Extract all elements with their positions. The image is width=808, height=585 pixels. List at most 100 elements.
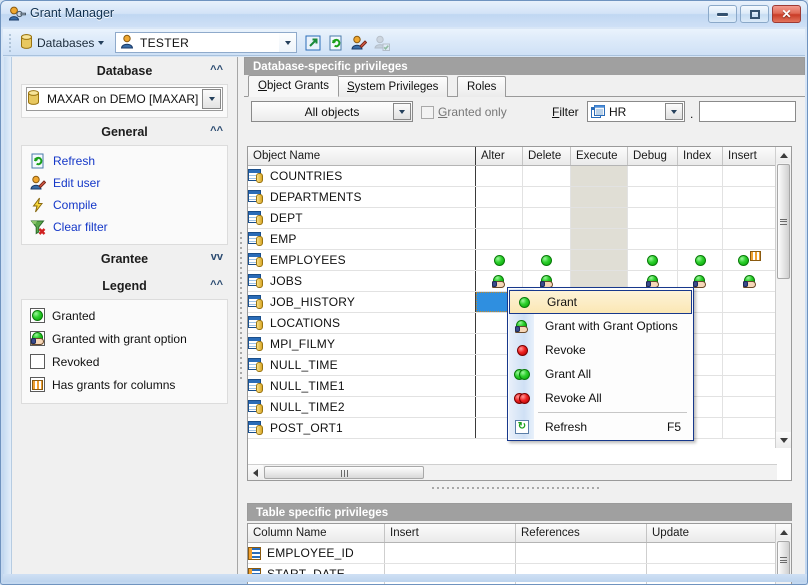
privilege-cell[interactable]	[723, 166, 777, 186]
database-combobox[interactable]: MAXAR on DEMO [MAXAR]	[26, 87, 223, 111]
bottom-header-references[interactable]: References	[516, 524, 647, 542]
sidebar-group-general[interactable]: General ^^	[12, 118, 237, 145]
column-name-cell[interactable]: EMPLOYEE_ID	[248, 543, 385, 563]
tab-roles[interactable]: Roles	[457, 76, 507, 97]
privilege-cell[interactable]	[523, 250, 571, 270]
object-name-cell[interactable]: JOB_HISTORY	[248, 292, 476, 312]
privilege-cell[interactable]	[678, 250, 723, 270]
collapse-chevron-icon[interactable]: ^^	[210, 280, 223, 291]
scrollbar-thumb[interactable]	[777, 164, 790, 279]
tab-object-grants[interactable]: Object Grants	[248, 75, 339, 97]
sidebar-item-clear-filter[interactable]: Clear filter	[22, 216, 227, 238]
object-name-cell[interactable]: NULL_TIME1	[248, 376, 476, 396]
scroll-up-button[interactable]	[776, 147, 791, 163]
object-name-cell[interactable]: COUNTRIES	[248, 166, 476, 186]
table-row[interactable]: COUNTRIES	[248, 166, 791, 187]
privilege-cell[interactable]	[678, 187, 723, 207]
privilege-cell[interactable]	[523, 166, 571, 186]
sidebar-item-refresh[interactable]: Refresh	[22, 150, 227, 172]
collapse-chevron-icon[interactable]: ^^	[210, 126, 223, 137]
menu-item-revoke[interactable]: Revoke	[508, 338, 693, 362]
sidebar-item-compile[interactable]: Compile	[22, 194, 227, 216]
menu-item-revoke-all[interactable]: Revoke All	[508, 386, 693, 410]
privilege-cell[interactable]	[723, 355, 777, 375]
grid-vertical-scrollbar[interactable]	[775, 147, 791, 448]
privilege-cell[interactable]	[678, 166, 723, 186]
scroll-up-button[interactable]	[776, 524, 791, 540]
menu-item-refresh[interactable]: ↻ Refresh F5	[508, 415, 693, 439]
grid-header-object-name[interactable]: Object Name	[248, 147, 476, 165]
grid-header-debug[interactable]: Debug	[628, 147, 678, 165]
object-name-cell[interactable]: LOCATIONS	[248, 313, 476, 333]
bottom-header-column-name[interactable]: Column Name	[248, 524, 385, 542]
filter-schema-combobox-arrow[interactable]	[665, 103, 683, 120]
privilege-cell[interactable]	[723, 334, 777, 354]
bottom-header-insert[interactable]: Insert	[385, 524, 516, 542]
filter-text-input[interactable]	[699, 101, 796, 122]
privilege-cell[interactable]	[723, 313, 777, 333]
expand-chevron-icon[interactable]: vv	[211, 252, 223, 263]
privilege-cell[interactable]	[523, 208, 571, 228]
database-combobox-arrow[interactable]	[202, 89, 221, 109]
table-row[interactable]: EMPLOYEES	[248, 250, 791, 271]
privilege-cell[interactable]	[571, 229, 628, 249]
grid-header-execute[interactable]: Execute	[571, 147, 628, 165]
grid-header-index[interactable]: Index	[678, 147, 723, 165]
object-type-combobox-arrow[interactable]	[393, 103, 411, 120]
sidebar-group-legend[interactable]: Legend ^^	[12, 272, 237, 299]
grid-header-insert[interactable]: Insert	[723, 147, 777, 165]
refresh-button[interactable]	[325, 32, 347, 53]
sidebar-group-grantee[interactable]: Grantee vv	[12, 245, 237, 272]
privilege-cell[interactable]	[571, 166, 628, 186]
privilege-cell[interactable]	[723, 229, 777, 249]
privilege-cell[interactable]	[723, 187, 777, 207]
object-name-cell[interactable]: NULL_TIME2	[248, 397, 476, 417]
grid-header-delete[interactable]: Delete	[523, 147, 571, 165]
maximize-button[interactable]	[740, 5, 769, 23]
privilege-cell[interactable]	[476, 229, 523, 249]
privilege-cell[interactable]	[723, 292, 777, 312]
bottom-header-update[interactable]: Update	[647, 524, 777, 542]
privilege-cell[interactable]	[385, 543, 516, 563]
menu-item-grant[interactable]: Grant	[509, 290, 692, 314]
privilege-cell[interactable]	[723, 250, 777, 270]
privilege-cell[interactable]	[571, 208, 628, 228]
privilege-cell[interactable]	[516, 543, 647, 563]
hscrollbar-thumb[interactable]	[264, 466, 424, 479]
privilege-cell[interactable]	[476, 208, 523, 228]
privilege-cell[interactable]	[723, 271, 777, 291]
object-name-cell[interactable]: EMP	[248, 229, 476, 249]
privilege-cell[interactable]	[723, 208, 777, 228]
minimize-button[interactable]	[708, 5, 737, 23]
privilege-cell[interactable]	[523, 187, 571, 207]
object-name-cell[interactable]: JOBS	[248, 271, 476, 291]
scroll-left-button[interactable]	[248, 465, 263, 480]
privilege-cell[interactable]	[628, 250, 678, 270]
scroll-down-button[interactable]	[776, 432, 791, 448]
object-type-combobox[interactable]: All objects	[251, 101, 413, 122]
sidebar-group-database[interactable]: Database ^^	[12, 57, 237, 84]
privilege-cell[interactable]	[571, 187, 628, 207]
object-name-cell[interactable]: MPI_FILMY	[248, 334, 476, 354]
object-name-cell[interactable]: NULL_TIME	[248, 355, 476, 375]
sidebar-item-edit-user[interactable]: Edit user	[22, 172, 227, 194]
toolbar-grip[interactable]	[9, 34, 12, 52]
object-name-cell[interactable]: POST_ORT1	[248, 418, 476, 438]
user-combobox-arrow[interactable]	[279, 33, 296, 52]
privilege-cell[interactable]	[571, 250, 628, 270]
privilege-cell[interactable]	[523, 229, 571, 249]
object-name-cell[interactable]: EMPLOYEES	[248, 250, 476, 270]
menu-item-grant-with-grant-options[interactable]: Grant with Grant Options	[508, 314, 693, 338]
privilege-cell[interactable]	[723, 376, 777, 396]
user-combobox[interactable]: TESTER	[115, 32, 297, 53]
privilege-cell[interactable]	[723, 418, 777, 438]
horizontal-splitter[interactable]	[247, 483, 792, 493]
privilege-cell[interactable]	[628, 166, 678, 186]
privilege-cell[interactable]	[678, 208, 723, 228]
privilege-cell[interactable]	[476, 250, 523, 270]
table-row[interactable]: DEPT	[248, 208, 791, 229]
table-row[interactable]: EMP	[248, 229, 791, 250]
databases-dropdown-button[interactable]: Databases	[17, 32, 107, 53]
grid-horizontal-scrollbar[interactable]	[248, 464, 777, 480]
object-name-cell[interactable]: DEPARTMENTS	[248, 187, 476, 207]
